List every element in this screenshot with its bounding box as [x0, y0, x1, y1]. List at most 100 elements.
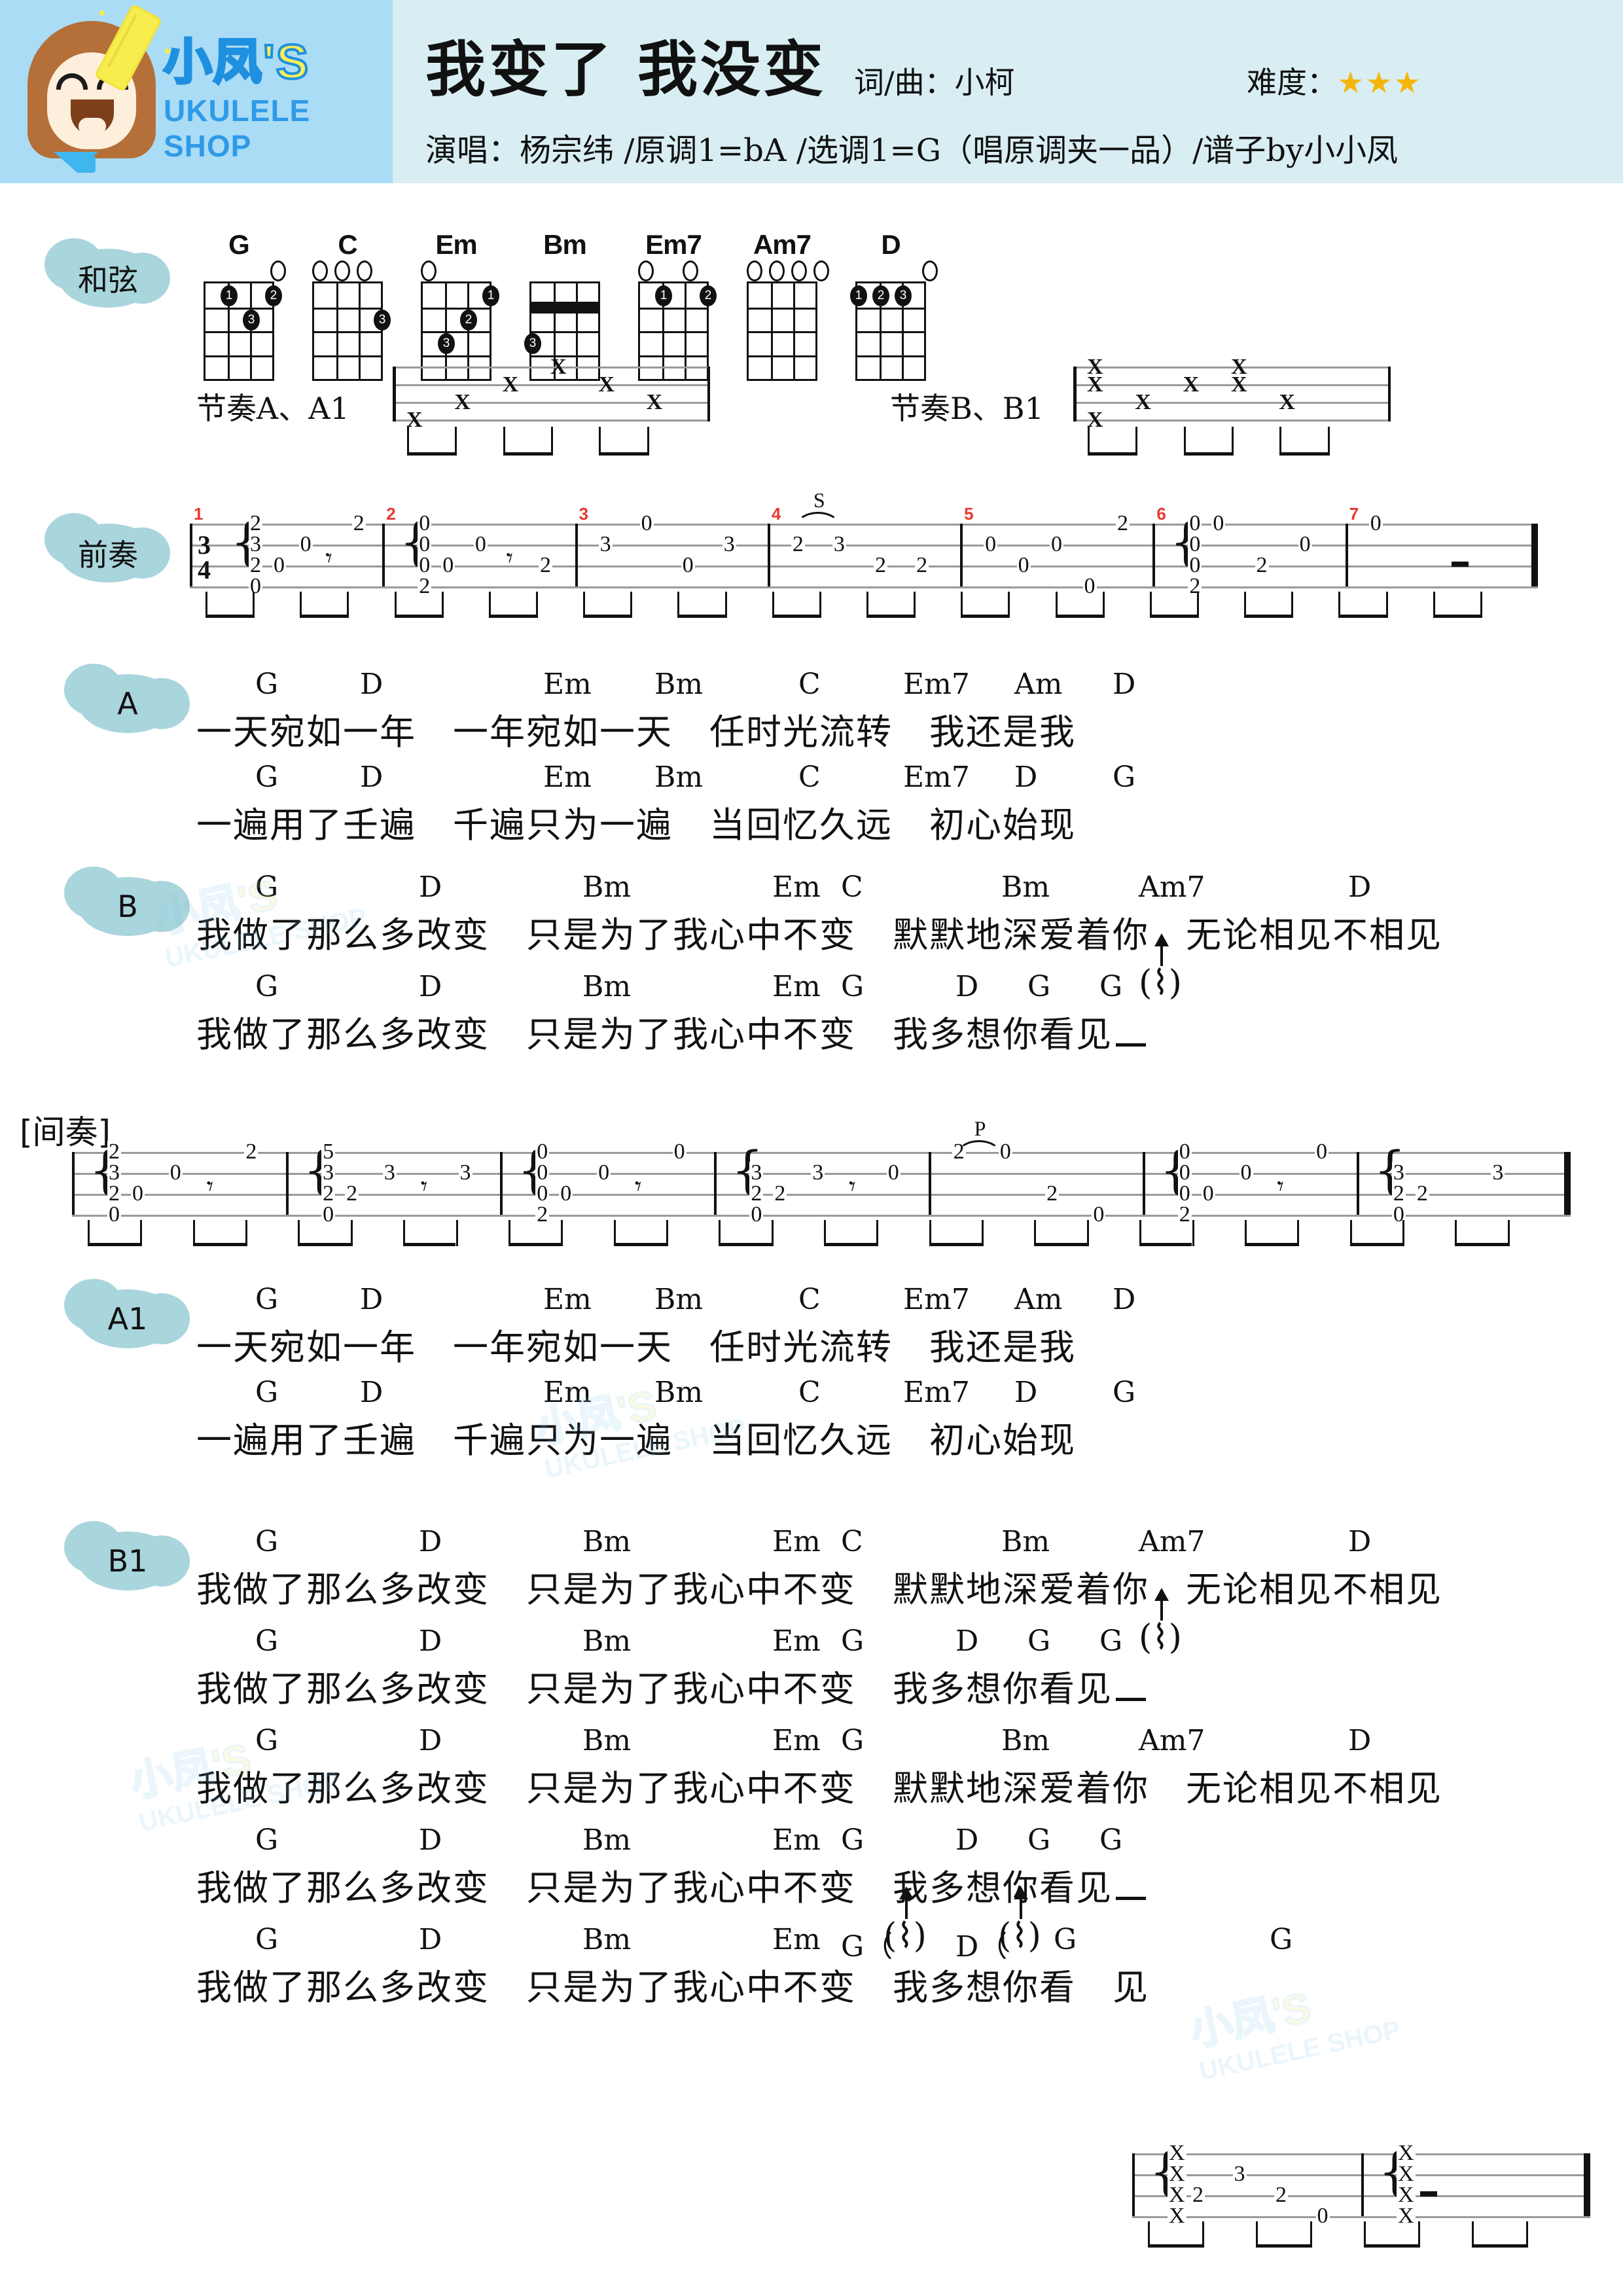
- strum-stroke: [630, 592, 633, 618]
- chord-symbol: D: [955, 1823, 979, 1857]
- lyric-text: 我做了那么多改变 只是为了我心中不变 我多想你看 见: [196, 1967, 1149, 2008]
- chord-symbol: C: [798, 761, 821, 794]
- tab-fret-number: 0: [1201, 1181, 1215, 1206]
- finger-dot: 3: [895, 285, 912, 306]
- label-chords-text: 和弦: [78, 262, 138, 298]
- arrow-up-icon: [1154, 933, 1169, 946]
- strum-beam: [403, 1243, 456, 1246]
- chord-symbol: Em7: [903, 1283, 970, 1316]
- chord-symbol: D: [419, 1823, 442, 1857]
- open-strings: [631, 260, 716, 281]
- lyric-text: 一天宛如一年 一年宛如一天 任时光流转 我还是我: [196, 1327, 1076, 1368]
- chord-symbol: Bm: [582, 1724, 632, 1757]
- chord-symbol: D: [955, 970, 979, 1003]
- strum-stroke: [1202, 2221, 1204, 2248]
- tab-staff: [190, 524, 1538, 588]
- barline: [1345, 524, 1348, 586]
- strum-beam: [1148, 2244, 1202, 2248]
- tab-fret-number: 2: [749, 1181, 764, 1206]
- strum-stroke: [1034, 1220, 1037, 1246]
- strum-stroke: [961, 592, 963, 618]
- measure-number: 7: [1349, 504, 1359, 524]
- chord-symbol: Em: [772, 1724, 821, 1757]
- open-string-icon: [421, 260, 437, 281]
- chord-symbol: Em: [543, 1376, 592, 1409]
- strum-stroke: [140, 1220, 143, 1246]
- chord-symbol: Bm: [582, 1525, 632, 1558]
- strum-x-icon: X: [502, 372, 519, 397]
- difficulty-text: 难度：: [1247, 65, 1337, 100]
- chord-name: Em7: [645, 229, 702, 260]
- tab-fret-number: 0: [321, 1202, 336, 1227]
- strum-x-icon: X: [1087, 372, 1103, 397]
- tab-fret-number: 2: [351, 511, 366, 535]
- chord-symbol: G: [1099, 1624, 1123, 1658]
- strum-stroke: [599, 427, 601, 456]
- rest-icon: 𝄾: [506, 543, 514, 573]
- strum-beam: [824, 1243, 877, 1246]
- barline: [1152, 524, 1156, 586]
- section-badge-text: A: [117, 686, 138, 721]
- strum-stroke: [1183, 427, 1186, 456]
- strum-stroke: [407, 427, 409, 456]
- strum-stroke: [613, 1220, 616, 1246]
- tab-fret-number: 2: [1255, 553, 1269, 577]
- strum-beam: [929, 1243, 982, 1246]
- barline: [72, 1152, 75, 1215]
- tab-fret-number: 0: [418, 532, 432, 556]
- lyric-text: 我做了那么多改变 只是为了我心中不变 默默地深爱着你 无论相见不相见: [196, 914, 1442, 956]
- section-badge-B1: B1: [64, 1521, 190, 1590]
- fretboard: [747, 281, 817, 381]
- tab-fret-number: 3: [598, 532, 613, 556]
- chord-symbol: Bm: [1001, 1724, 1050, 1757]
- barline: [767, 524, 770, 586]
- chord-symbol: Em: [772, 1624, 821, 1658]
- measure-number: 5: [964, 504, 974, 524]
- tab-fret-number: 2: [539, 553, 552, 577]
- strum-stroke: [403, 1220, 406, 1246]
- chord-symbol: D: [1348, 1724, 1372, 1757]
- tab-fret-number: 0: [672, 1139, 687, 1164]
- strum-stroke: [1244, 1220, 1247, 1246]
- chord-symbol: D: [1348, 870, 1372, 904]
- tab-fret-number: 2: [791, 532, 805, 556]
- open-string-icon: [334, 260, 350, 281]
- strum-beam: [1244, 1243, 1298, 1246]
- tab-fret-number: 0: [559, 1181, 573, 1206]
- chord-symbol: G: [255, 1923, 279, 1956]
- tab-fret-number: X: [1397, 2183, 1416, 2207]
- end-barline: [1564, 1152, 1571, 1215]
- strum-beam: [583, 615, 631, 618]
- chord-line: G D Em Bm C Em7 D G: [196, 761, 1571, 796]
- chord-symbol: Bm: [1001, 1525, 1050, 1558]
- tab-fret-number: 3: [1391, 1160, 1406, 1185]
- chord-symbol: Bm: [582, 1624, 632, 1658]
- strum-beam: [205, 615, 253, 618]
- barre-icon: [529, 302, 600, 314]
- strum-beam: [1349, 1243, 1402, 1246]
- chord-symbol: D: [419, 870, 442, 904]
- finger-dot: 3: [374, 309, 391, 331]
- barline: [714, 1152, 717, 1215]
- strum-stroke: [350, 1220, 353, 1246]
- lyric-text: 我做了那么多改变 只是为了我心中不变 默默地深爱着你 无论相见不相见: [196, 1768, 1442, 1809]
- barline: [1142, 1152, 1145, 1215]
- strum-stroke: [298, 1220, 300, 1246]
- open-string-icon: [813, 260, 829, 281]
- chord-line: G D Bm Em G Bm Am7 D: [196, 1724, 1571, 1759]
- strum-stroke: [1149, 592, 1152, 618]
- finger-dot: 1: [655, 285, 672, 306]
- strum-beam: [300, 615, 348, 618]
- rest-icon: 𝄾: [206, 1172, 214, 1202]
- tab-fret-number: 2: [1177, 1202, 1192, 1227]
- finger-dot: 2: [700, 285, 717, 306]
- tab-fret-number: 3: [458, 1160, 473, 1185]
- song-meta: 演唱：杨宗纬 /原调1=bA /选调1=G（唱原调夹一品）/谱子by小小凤: [425, 132, 1399, 169]
- open-string-icon: [769, 260, 785, 281]
- strum-x-icon: X: [1279, 390, 1295, 414]
- tab-fret-number: 2: [874, 553, 887, 577]
- tab-fret-number: 0: [418, 511, 432, 535]
- strum-stroke: [1008, 592, 1010, 618]
- end-barline: [1531, 524, 1538, 586]
- tab-fret-number: 0: [298, 532, 313, 556]
